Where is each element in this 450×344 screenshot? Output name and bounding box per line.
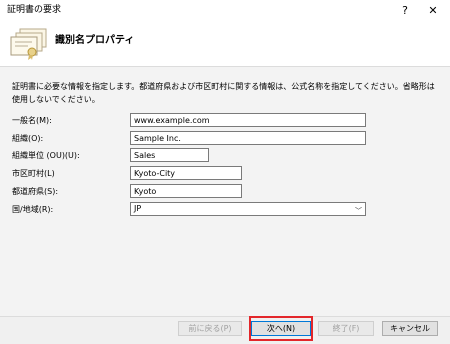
page-title: 識別名プロパティ [55,35,135,46]
finish-button[interactable]: 終了(F) [318,321,374,336]
next-button-highlight [249,316,313,341]
chevron-down-icon[interactable]: ﹀ [355,207,362,215]
organization-label: 組織(O): [12,134,44,143]
country-select-value: JP [134,204,142,213]
back-button[interactable]: 前に戻る(P) [178,321,242,336]
common-name-label: 一般名(M): [12,116,52,125]
locality-input[interactable] [130,166,242,180]
common-name-input[interactable] [130,113,366,127]
cancel-button[interactable]: キャンセル [382,321,438,336]
locality-label: 市区町村(L) [12,169,55,178]
instructions-text: 証明書に必要な情報を指定します。都道府県および市区町村に関する情報は、公式名称を… [12,82,435,104]
organizational-unit-input[interactable] [130,148,209,162]
organizational-unit-label: 組織単位 (OU)(U): [12,151,80,160]
close-button[interactable]: ✕ [420,2,446,20]
window-title: 証明書の要求 [7,5,62,15]
state-label: 都道府県(S): [12,187,59,196]
organization-input[interactable] [130,131,366,145]
certificate-icon [10,28,47,60]
title-bar: 証明書の要求 ? ✕ [0,0,450,22]
country-select[interactable]: JP [130,202,366,216]
state-input[interactable] [130,184,242,198]
help-button[interactable]: ? [392,2,418,20]
country-label: 国/地域(R): [12,205,54,214]
